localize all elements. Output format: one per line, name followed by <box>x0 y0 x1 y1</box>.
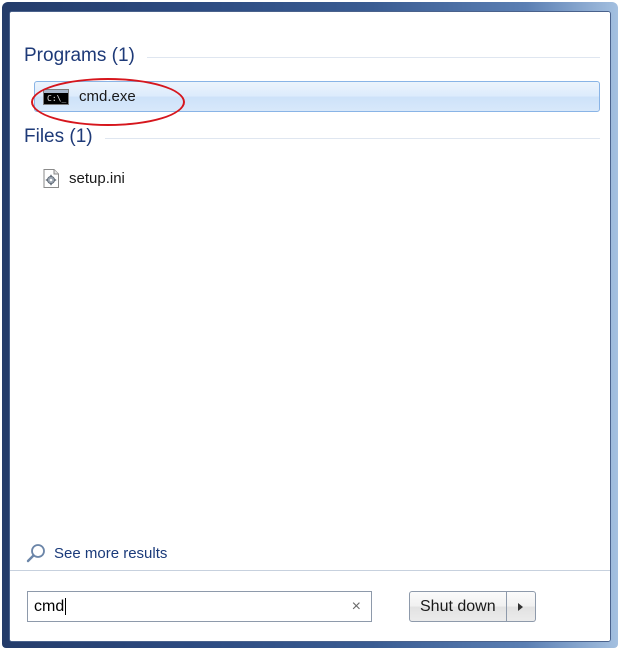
start-menu-panel: Programs (1) C:\_ cmd.exe Files (1) setu… <box>9 11 611 642</box>
text-caret <box>65 598 67 615</box>
group-header-programs: Programs (1) <box>24 43 600 69</box>
result-item-setup-ini[interactable]: setup.ini <box>34 163 600 194</box>
clear-search-button[interactable]: × <box>352 597 361 617</box>
cmd-icon: C:\_ <box>43 88 69 105</box>
group-header-files: Files (1) <box>24 124 600 150</box>
search-results: Programs (1) C:\_ cmd.exe Files (1) setu… <box>10 12 610 570</box>
group-divider <box>104 137 600 139</box>
result-item-label: setup.ini <box>69 170 125 187</box>
search-icon <box>26 544 45 563</box>
shutdown-split-button: Shut down <box>409 591 536 622</box>
triangle-right-icon <box>518 602 524 611</box>
see-more-label: See more results <box>54 544 168 562</box>
shut-down-button[interactable]: Shut down <box>409 591 507 622</box>
group-title-programs: Programs (1) <box>24 45 135 66</box>
search-input[interactable]: cmd × <box>27 591 372 622</box>
ini-file-icon <box>43 169 59 188</box>
result-item-cmd[interactable]: C:\_ cmd.exe <box>34 81 600 112</box>
shut-down-label: Shut down <box>420 597 496 615</box>
start-menu-frame: Programs (1) C:\_ cmd.exe Files (1) setu… <box>2 2 618 648</box>
shutdown-options-button[interactable] <box>506 591 536 622</box>
cmd-icon-prompt: C:\_ <box>47 93 67 103</box>
search-input-value: cmd <box>34 597 65 615</box>
result-item-label: cmd.exe <box>79 88 136 105</box>
group-title-files: Files (1) <box>24 126 93 147</box>
bottom-bar: cmd × Shut down <box>10 570 610 641</box>
see-more-results-link[interactable]: See more results <box>26 543 167 563</box>
group-divider <box>146 56 600 58</box>
